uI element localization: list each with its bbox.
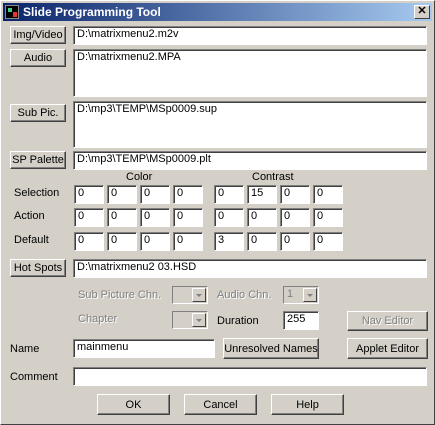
app-icon bbox=[5, 5, 19, 19]
chevron-down-icon[interactable] bbox=[192, 313, 206, 327]
cancel-button-label: Cancel bbox=[203, 398, 238, 411]
action-color-field[interactable]: 0 bbox=[107, 208, 137, 227]
audio-button-label: Audio bbox=[23, 52, 53, 64]
sub-pic-button[interactable]: Sub Pic. bbox=[10, 104, 66, 122]
sub-pic-path-field[interactable]: D:\mp3\TEMP\MSp0009.sup bbox=[73, 101, 427, 148]
close-button[interactable]: ✕ bbox=[414, 5, 430, 19]
default-color-field[interactable]: 0 bbox=[140, 232, 170, 251]
action-contrast-field[interactable]: 0 bbox=[214, 208, 244, 227]
contrast-header: Contrast bbox=[252, 171, 294, 183]
sub-picture-chn-label: Sub Picture Chn. bbox=[78, 289, 162, 301]
sub-picture-chn-select[interactable] bbox=[172, 286, 208, 304]
img-video-button[interactable]: Img/Video bbox=[10, 26, 66, 44]
default-label: Default bbox=[14, 234, 49, 246]
selection-label: Selection bbox=[14, 187, 60, 199]
default-contrast-field[interactable]: 0 bbox=[247, 232, 277, 251]
default-contrast-field[interactable]: 3 bbox=[214, 232, 244, 251]
name-label: Name bbox=[10, 343, 40, 355]
name-field[interactable]: mainmenu bbox=[73, 339, 215, 358]
title-bar[interactable]: Slide Programming Tool ✕ bbox=[3, 3, 432, 21]
selection-color-field[interactable]: 0 bbox=[107, 185, 137, 204]
audio-button[interactable]: Audio bbox=[10, 49, 66, 67]
action-color-field[interactable]: 0 bbox=[74, 208, 104, 227]
ok-button[interactable]: OK bbox=[97, 394, 170, 415]
unresolved-names-button-label: Unresolved Names bbox=[224, 342, 318, 355]
action-contrast-field[interactable]: 0 bbox=[280, 208, 310, 227]
default-color-field[interactable]: 0 bbox=[107, 232, 137, 251]
selection-color-field[interactable]: 0 bbox=[173, 185, 203, 204]
close-icon: ✕ bbox=[417, 5, 427, 17]
nav-editor-button[interactable]: Nav Editor bbox=[347, 311, 428, 331]
ok-button-label: OK bbox=[125, 398, 142, 411]
color-header: Color bbox=[126, 171, 153, 183]
img-video-button-label: Img/Video bbox=[13, 29, 63, 41]
selection-contrast-field[interactable]: 15 bbox=[247, 185, 277, 204]
hot-spots-path-field[interactable]: D:\matrixmenu2 03.HSD bbox=[73, 259, 427, 278]
sub-pic-button-label: Sub Pic. bbox=[17, 107, 59, 119]
cancel-button[interactable]: Cancel bbox=[184, 394, 257, 415]
chapter-label: Chapter bbox=[78, 313, 118, 325]
help-button-label: Help bbox=[296, 398, 319, 411]
duration-label: Duration bbox=[217, 315, 259, 327]
selection-contrast-field[interactable]: 0 bbox=[214, 185, 244, 204]
action-contrast-field[interactable]: 0 bbox=[313, 208, 343, 227]
selection-contrast-field[interactable]: 0 bbox=[280, 185, 310, 204]
selection-color-field[interactable]: 0 bbox=[74, 185, 104, 204]
action-contrast-field[interactable]: 0 bbox=[247, 208, 277, 227]
chapter-select[interactable] bbox=[172, 311, 208, 329]
selection-contrast-field[interactable]: 0 bbox=[313, 185, 343, 204]
help-button[interactable]: Help bbox=[271, 394, 344, 415]
audio-path-field[interactable]: D:\matrixmenu2.MPA bbox=[73, 49, 427, 97]
audio-chn-select[interactable]: 1 bbox=[283, 286, 319, 304]
applet-editor-button[interactable]: Applet Editor bbox=[347, 338, 428, 359]
audio-chn-label: Audio Chn. bbox=[217, 289, 272, 301]
duration-field[interactable]: 255 bbox=[283, 311, 319, 330]
action-label: Action bbox=[14, 210, 45, 222]
selection-color-field[interactable]: 0 bbox=[140, 185, 170, 204]
sp-palette-path-field[interactable]: D:\mp3\TEMP\MSp0009.plt bbox=[73, 151, 427, 170]
hot-spots-button[interactable]: Hot Spots bbox=[10, 259, 66, 277]
default-contrast-field[interactable]: 0 bbox=[280, 232, 310, 251]
comment-label: Comment bbox=[10, 371, 58, 383]
chevron-down-icon[interactable] bbox=[192, 288, 206, 302]
audio-chn-value: 1 bbox=[287, 288, 294, 300]
img-video-path-field[interactable]: D:\matrixmenu2.m2v bbox=[73, 26, 427, 45]
window-title: Slide Programming Tool bbox=[23, 5, 161, 19]
nav-editor-button-label: Nav Editor bbox=[361, 315, 414, 327]
applet-editor-button-label: Applet Editor bbox=[356, 342, 419, 355]
sp-palette-button-label: SP Palette bbox=[12, 154, 64, 166]
comment-field[interactable] bbox=[73, 367, 427, 386]
chevron-down-icon[interactable] bbox=[303, 288, 317, 302]
action-color-field[interactable]: 0 bbox=[173, 208, 203, 227]
sp-palette-button[interactable]: SP Palette bbox=[10, 151, 66, 169]
default-color-field[interactable]: 0 bbox=[74, 232, 104, 251]
default-color-field[interactable]: 0 bbox=[173, 232, 203, 251]
dialog-window: Slide Programming Tool ✕ Img/Video D:\ma… bbox=[0, 0, 435, 425]
default-contrast-field[interactable]: 0 bbox=[313, 232, 343, 251]
hot-spots-button-label: Hot Spots bbox=[13, 262, 63, 274]
unresolved-names-button[interactable]: Unresolved Names bbox=[223, 338, 319, 359]
action-color-field[interactable]: 0 bbox=[140, 208, 170, 227]
